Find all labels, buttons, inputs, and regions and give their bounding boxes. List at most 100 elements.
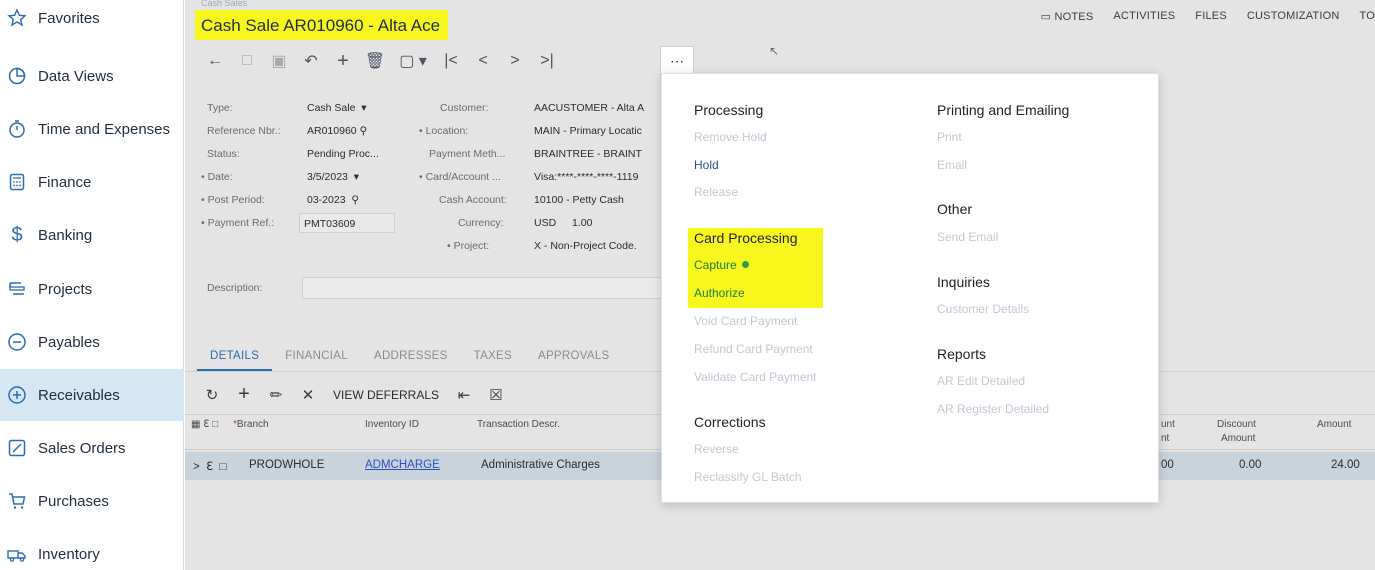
branch-header[interactable]: *Branch — [233, 419, 269, 430]
period-field[interactable]: 03-2023 ⚲ — [303, 190, 363, 210]
star-icon — [6, 7, 28, 29]
description-label: Description: — [207, 282, 263, 294]
discount-cell: 0.00 — [1239, 459, 1262, 471]
add-icon[interactable]: + — [327, 48, 359, 74]
location-label: • Location: — [419, 125, 469, 137]
paymeth-field[interactable]: BRAINTREE - BRAINT — [530, 144, 646, 164]
breadcrumb[interactable]: Cash Sales — [201, 0, 247, 8]
date-field[interactable]: 3/5/2023 ▾ — [303, 167, 363, 187]
tab-financial[interactable]: FINANCIAL — [272, 346, 361, 371]
fit-columns-icon[interactable]: ⇤ — [451, 386, 477, 404]
card-label-text: Card/Account ... — [425, 171, 501, 183]
hold-item[interactable]: Hold — [694, 158, 719, 172]
sidebar: Favorites Data Views Time and Expenses F… — [0, 0, 184, 570]
edit-icon[interactable]: ✏ — [263, 386, 289, 404]
last-icon[interactable]: >| — [531, 48, 563, 74]
inventory-link[interactable]: ADMCHARGE — [365, 459, 440, 471]
amount-header[interactable]: Amount — [1317, 419, 1351, 430]
capture-label: Capture — [694, 258, 737, 272]
card-field[interactable]: Visa:****-****-****-1119 — [530, 167, 642, 187]
sidebar-item-projects[interactable]: Projects — [0, 263, 184, 315]
project-field[interactable]: X - Non-Project Code. — [530, 236, 641, 256]
email-item[interactable]: Email — [937, 158, 967, 172]
tab-bar: DETAILS FINANCIAL ADDRESSES TAXES APPROV… — [197, 346, 622, 371]
descr-header[interactable]: Transaction Descr. — [477, 419, 560, 430]
discount-header-1[interactable]: Discount — [1217, 419, 1256, 430]
payref-field[interactable]: PMT03609 — [299, 213, 395, 233]
send-email-item[interactable]: Send Email — [937, 230, 998, 244]
sidebar-item-finance[interactable]: Finance — [0, 156, 184, 208]
delete-row-icon[interactable]: ✕ — [295, 386, 321, 404]
authorize-item[interactable]: Authorize — [694, 286, 745, 300]
undo-icon[interactable]: ↶ — [295, 48, 327, 74]
sidebar-item-purchases[interactable]: Purchases — [0, 475, 184, 527]
sidebar-item-inventory[interactable]: Inventory — [0, 528, 184, 570]
sidebar-item-payables[interactable]: Payables — [0, 316, 184, 368]
project-label: • Project: — [447, 240, 490, 252]
ar-edit-detailed-item[interactable]: AR Edit Detailed — [937, 374, 1025, 388]
notes-link[interactable]: ▭ NOTES — [1041, 10, 1094, 23]
first-icon[interactable]: |< — [435, 48, 467, 74]
type-select[interactable]: Cash Sale ▾ — [303, 98, 371, 118]
ref-label: Reference Nbr.: — [207, 125, 281, 137]
prev-icon[interactable]: < — [467, 48, 499, 74]
description-input[interactable] — [302, 277, 662, 299]
sidebar-item-data-views[interactable]: Data Views — [0, 50, 184, 102]
tab-details[interactable]: DETAILS — [197, 346, 273, 371]
delete-icon[interactable]: 🗑 — [359, 48, 391, 74]
refund-card-payment-item[interactable]: Refund Card Payment — [694, 342, 813, 356]
tab-taxes[interactable]: TAXES — [461, 346, 525, 371]
remove-hold-item[interactable]: Remove Hold — [694, 130, 767, 144]
cashacct-field[interactable]: 10100 - Petty Cash — [530, 190, 628, 210]
currency-label: Currency: — [458, 217, 504, 229]
customer-field[interactable]: AACUSTOMER - Alta A — [530, 98, 648, 118]
capture-item[interactable]: Capture — [694, 258, 749, 272]
location-field[interactable]: MAIN - Primary Locatic — [530, 121, 646, 141]
sidebar-item-sales-orders[interactable]: Sales Orders — [0, 422, 184, 474]
sidebar-item-label: Time and Expenses — [38, 120, 171, 138]
sidebar-item-favorites[interactable]: Favorites — [0, 0, 184, 44]
customer-details-item[interactable]: Customer Details — [937, 302, 1029, 316]
rate-field[interactable]: 1.00 — [568, 213, 596, 233]
sidebar-item-label: Banking — [38, 226, 93, 244]
back-icon[interactable]: ← — [199, 48, 231, 74]
reclassify-gl-batch-item[interactable]: Reclassify GL Batch — [694, 470, 802, 484]
inquiries-heading: Inquiries — [937, 274, 990, 290]
reverse-item[interactable]: Reverse — [694, 442, 739, 456]
cashacct-label: Cash Account: — [439, 194, 507, 206]
next-icon[interactable]: > — [499, 48, 531, 74]
excel-export-icon[interactable]: ☒ — [483, 386, 509, 404]
save-icon[interactable]: □ — [231, 48, 263, 74]
sidebar-item-label: Projects — [38, 280, 93, 298]
print-item[interactable]: Print — [937, 130, 962, 144]
tools-link[interactable]: TO — [1360, 10, 1375, 23]
ar-register-detailed-item[interactable]: AR Register Detailed — [937, 402, 1049, 416]
view-deferrals-button[interactable]: VIEW DEFERRALS — [333, 388, 439, 402]
tab-addresses[interactable]: ADDRESSES — [361, 346, 461, 371]
discount-header-2: Amount — [1221, 433, 1256, 444]
add-row-icon[interactable]: + — [231, 383, 257, 406]
inventory-header[interactable]: Inventory ID — [365, 419, 419, 430]
tab-approvals[interactable]: APPROVALS — [525, 346, 623, 371]
sidebar-item-time-expenses[interactable]: Time and Expenses — [0, 103, 184, 155]
void-card-payment-item[interactable]: Void Card Payment — [694, 314, 797, 328]
row-expand-icon[interactable]: > ℇ □ — [193, 459, 227, 473]
branch-header-text: Branch — [236, 419, 269, 430]
release-item[interactable]: Release — [694, 185, 738, 199]
copy-icon[interactable]: ▢ ▾ — [391, 48, 435, 74]
sidebar-item-banking[interactable]: $ Banking — [0, 209, 184, 261]
ref-field[interactable]: AR010960 ⚲ — [303, 121, 371, 141]
currency-field[interactable]: USD — [530, 213, 560, 233]
refresh-icon[interactable]: ↻ — [199, 386, 225, 404]
type-label: Type: — [207, 102, 233, 114]
main-toolbar: ← □ ▣ ↶ + 🗑 ▢ ▾ |< < > >| — [199, 48, 563, 74]
other-heading: Other — [937, 201, 973, 217]
grid-toolbar: ↻ + ✏ ✕ VIEW DEFERRALS ⇤ ☒ — [199, 383, 509, 406]
activities-link[interactable]: ACTIVITIES — [1113, 10, 1175, 23]
save-close-icon[interactable]: ▣ — [263, 48, 295, 74]
files-link[interactable]: FILES — [1195, 10, 1227, 23]
customization-link[interactable]: CUSTOMIZATION — [1247, 10, 1340, 23]
sidebar-item-receivables[interactable]: Receivables — [0, 369, 184, 421]
validate-card-payment-item[interactable]: Validate Card Payment — [694, 370, 817, 384]
more-actions-button[interactable]: ⋯ — [660, 46, 694, 76]
